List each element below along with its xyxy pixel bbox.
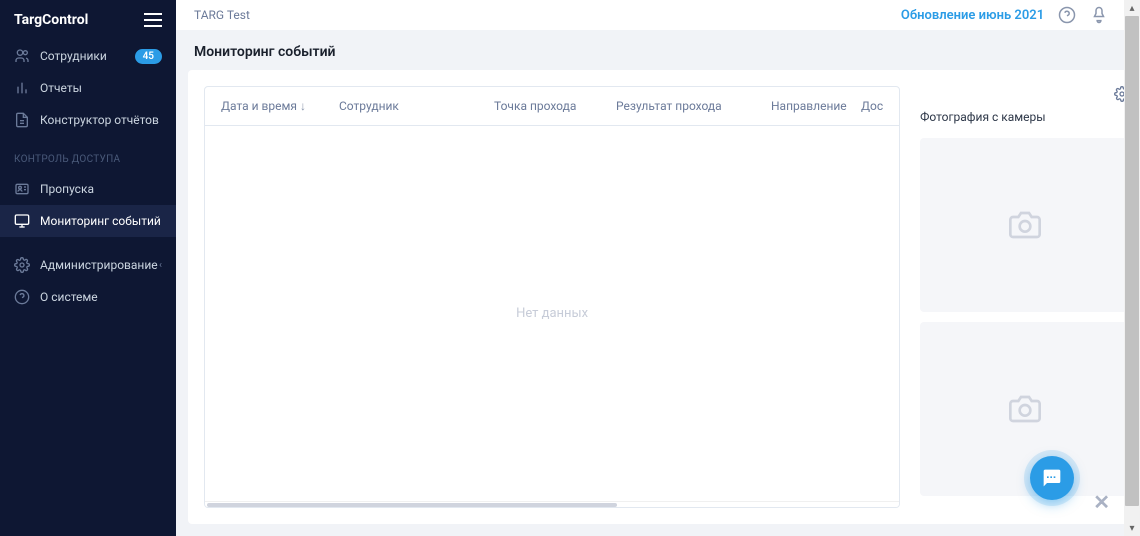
sidebar-item-label: Пропуска — [40, 182, 94, 196]
monitor-icon — [14, 213, 30, 229]
browser-scrollbar[interactable]: ▴ ▾ — [1124, 0, 1140, 536]
topbar: TARG Test Обновление июнь 2021 — [176, 0, 1140, 30]
sidebar-item-label: Отчеты — [40, 81, 82, 95]
camera-label: Фотография с камеры — [920, 110, 1130, 124]
badge-count: 45 — [135, 49, 162, 64]
th-point[interactable]: Точка прохода — [486, 99, 608, 113]
users-icon — [14, 48, 30, 64]
help-circle-icon[interactable] — [1058, 6, 1076, 24]
sidebar-item-label: О системе — [40, 290, 98, 304]
side-panel: Фотография с камеры — [920, 86, 1130, 508]
th-datetime[interactable]: Дата и время — [213, 99, 331, 113]
scroll-down-icon[interactable]: ▾ — [1124, 520, 1140, 536]
sidebar-item-employees[interactable]: Сотрудники 45 — [0, 40, 176, 72]
gear-icon — [14, 257, 30, 273]
id-card-icon — [14, 181, 30, 197]
hamburger-icon[interactable] — [144, 13, 162, 27]
sidebar-item-reports[interactable]: Отчеты — [0, 72, 176, 104]
sidebar-item-label: Сотрудники — [40, 49, 107, 63]
table-empty: Нет данных — [205, 126, 899, 501]
update-link[interactable]: Обновление июнь 2021 — [901, 8, 1044, 23]
sidebar-item-about[interactable]: О системе — [0, 281, 176, 313]
camera-placeholder-1 — [920, 138, 1130, 312]
sidebar-item-administration[interactable]: Администрирование ‹ — [0, 249, 176, 281]
camera-placeholder-2 — [920, 322, 1130, 496]
events-table: Дата и время Сотрудник Точка прохода Рез… — [204, 86, 900, 508]
sidebar-item-report-builder[interactable]: Конструктор отчётов — [0, 104, 176, 136]
sidebar-item-label: Мониторинг событий — [40, 214, 161, 228]
close-icon[interactable]: ✕ — [1093, 490, 1110, 514]
chat-fab[interactable] — [1030, 456, 1074, 500]
sidebar: TargControl Сотрудники 45 Отчеты Констру… — [0, 0, 176, 536]
bell-icon[interactable] — [1090, 6, 1108, 24]
sidebar-section-access: КОНТРОЛЬ ДОСТУПА — [0, 136, 176, 173]
content-card: Дата и время Сотрудник Точка прохода Рез… — [188, 70, 1140, 524]
th-access[interactable]: Дос — [853, 99, 891, 113]
camera-icon — [1005, 393, 1045, 425]
sidebar-item-monitoring[interactable]: Мониторинг событий — [0, 205, 176, 237]
chevron-left-icon: ‹ — [159, 260, 162, 271]
table-h-scrollbar[interactable] — [205, 501, 899, 507]
workspace-title: TARG Test — [194, 8, 250, 22]
table-header: Дата и время Сотрудник Точка прохода Рез… — [205, 87, 899, 126]
sidebar-item-passes[interactable]: Пропуска — [0, 173, 176, 205]
file-icon — [14, 112, 30, 128]
help-icon — [14, 289, 30, 305]
sidebar-item-label: Конструктор отчётов — [40, 113, 159, 127]
sidebar-item-label: Администрирование — [40, 258, 158, 272]
chat-icon — [1042, 468, 1062, 488]
th-result[interactable]: Результат прохода — [608, 99, 763, 113]
sidebar-header: TargControl — [0, 0, 176, 40]
camera-icon — [1005, 209, 1045, 241]
bar-chart-icon — [14, 80, 30, 96]
scroll-up-icon[interactable]: ▴ — [1124, 0, 1140, 16]
th-direction[interactable]: Направление — [763, 99, 853, 113]
th-employee[interactable]: Сотрудник — [331, 99, 486, 113]
logo[interactable]: TargControl — [14, 12, 88, 28]
scrollbar-thumb[interactable] — [1125, 16, 1139, 506]
page-title: Мониторинг событий — [176, 30, 1140, 70]
main-area: TARG Test Обновление июнь 2021 Мониторин… — [176, 0, 1140, 536]
